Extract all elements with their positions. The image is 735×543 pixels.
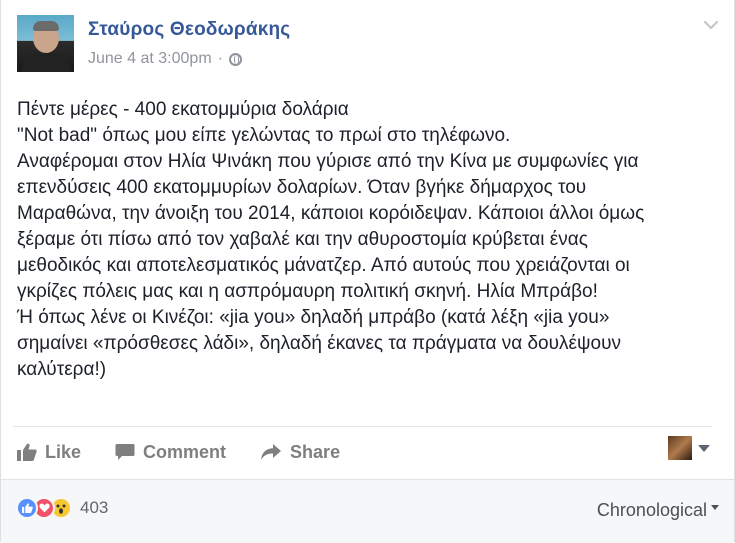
- comment-label: Comment: [143, 441, 227, 462]
- post-text-line: Πέντε μέρες - 400 εκατομμύρια δολάρια: [17, 99, 349, 120]
- post-text-line: Ή όπως λένε οι Κινέζοι: «jia you» δηλαδή…: [17, 307, 610, 328]
- comment-sort-dropdown[interactable]: Chronological: [597, 500, 719, 521]
- like-button[interactable]: Like: [17, 442, 81, 463]
- caret-down-icon: [711, 505, 719, 510]
- globe-icon[interactable]: [228, 52, 242, 66]
- share-button[interactable]: Share: [260, 442, 340, 463]
- thumbs-up-icon: [17, 443, 37, 461]
- post-text-line: Αναφέρομαι στον Ηλία Ψινάκη που γύρισε α…: [17, 151, 639, 172]
- comment-icon: [115, 444, 135, 460]
- post-actions: Like Comment Share: [17, 439, 374, 465]
- post-as-selector[interactable]: [668, 436, 710, 460]
- page-avatar: [668, 436, 692, 460]
- post-text-line: "Not bad" όπως μου είπε γελώντας το πρωί…: [17, 125, 511, 146]
- post-text-line: Μαραθώνα, την άνοιξη του 2014, κάποιοι κ…: [17, 203, 645, 224]
- share-arrow-icon: [261, 444, 282, 460]
- author-avatar[interactable]: [17, 15, 74, 72]
- reactions-summary[interactable]: 403: [16, 497, 108, 519]
- post-text-line: μεθοδικός και αποτελεσματικός μάνατζερ. …: [17, 255, 630, 276]
- avatar-hair: [33, 21, 59, 31]
- avatar-shoulders: [21, 53, 71, 72]
- share-label: Share: [290, 441, 341, 462]
- sort-label: Chronological: [596, 500, 707, 520]
- actions-divider: [13, 426, 712, 427]
- like-label: Like: [45, 441, 82, 462]
- meta-separator: ·: [217, 50, 223, 67]
- chevron-down-icon[interactable]: [702, 16, 720, 34]
- post-text-line: ξέραμε ότι πίσω από τον χαβαλέ και την α…: [17, 229, 588, 250]
- reaction-count: 403: [80, 498, 109, 517]
- post-card: Σταύρος Θεοδωράκης June 4 at 3:00pm · Πέ…: [0, 0, 735, 543]
- comment-button[interactable]: Comment: [115, 442, 226, 463]
- like-reaction-icon: [16, 497, 38, 519]
- post-text-line: επενδύσεις 400 εκατομμυρίων δολαρίων. Ότ…: [17, 177, 587, 198]
- author-name[interactable]: Σταύρος Θεοδωράκης: [88, 19, 290, 41]
- post-text: Πέντε μέρες - 400 εκατομμύρια δολάρια "N…: [17, 97, 722, 383]
- post-text-line: καλύτερα!): [17, 359, 107, 380]
- post-meta: June 4 at 3:00pm ·: [88, 50, 242, 68]
- post-text-line: σημαίνει «πρόσθεσες λάδι», δηλαδή έκανες…: [17, 333, 621, 354]
- caret-down-icon: [698, 444, 710, 452]
- post-text-line: γκρίζες πόλεις μας και η ασπρόμαυρη πολι…: [17, 281, 598, 302]
- post-timestamp[interactable]: June 4 at 3:00pm: [88, 50, 212, 68]
